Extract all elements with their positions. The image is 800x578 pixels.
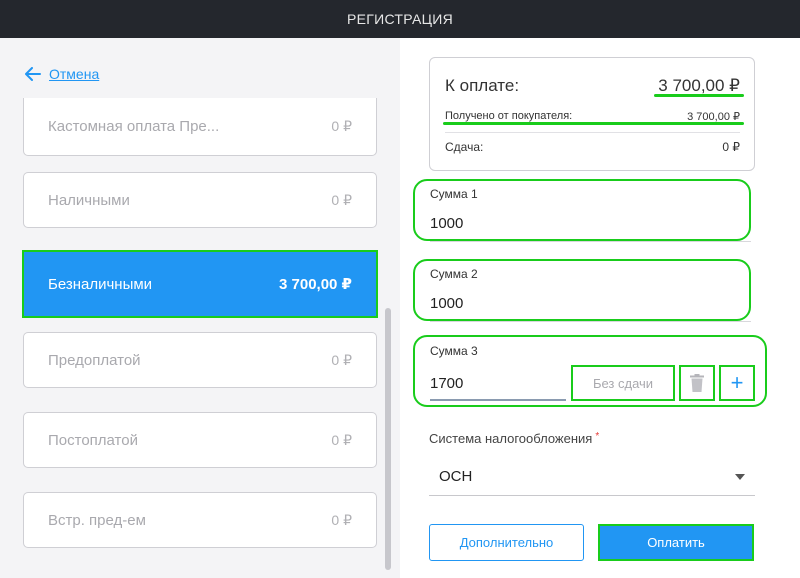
payment-list-scrollbar[interactable]: [385, 308, 391, 570]
payment-details-panel: К оплате: 3 700,00 ₽ Получено от покупат…: [400, 38, 800, 578]
payment-method-prepaid[interactable]: Предоплатой 0 ₽: [23, 332, 377, 388]
sum-1-label: Сумма 1: [430, 187, 478, 201]
delete-sum-button[interactable]: [679, 365, 715, 401]
to-pay-highlight: [654, 94, 744, 97]
change-label: Сдача:: [445, 140, 484, 154]
pay-button[interactable]: Оплатить: [598, 524, 754, 561]
sum-1-field[interactable]: Сумма 1 1000: [413, 179, 751, 242]
sum-3-field: Сумма 3 1700 Без сдачи +: [413, 335, 767, 407]
payment-method-amount: 0 ₽: [331, 118, 352, 134]
page-title: РЕГИСТРАЦИЯ: [346, 11, 454, 27]
add-sum-button[interactable]: +: [719, 365, 755, 401]
payment-method-label: Предоплатой: [48, 351, 141, 369]
payment-method-amount: 0 ₽: [331, 191, 352, 208]
payment-method-label: Постоплатой: [48, 431, 138, 449]
payment-method-amount: 0 ₽: [331, 431, 352, 448]
additional-button-label: Дополнительно: [459, 535, 554, 550]
to-pay-row: К оплате: 3 700,00 ₽: [445, 76, 740, 96]
arrow-left-icon: [25, 67, 41, 81]
tax-system-value: ОСН: [439, 468, 473, 485]
sum-3-label: Сумма 3: [430, 344, 478, 358]
payment-methods-panel: Отмена Кастомная оплата Пре... 0 ₽ Налич…: [0, 38, 400, 578]
payment-summary: К оплате: 3 700,00 ₽ Получено от покупат…: [429, 57, 755, 171]
pay-button-label: Оплатить: [647, 535, 705, 550]
cancel-link-label: Отмена: [49, 66, 100, 82]
payment-method-cash[interactable]: Наличными 0 ₽: [23, 172, 377, 228]
plus-icon: +: [730, 370, 744, 395]
page-header: РЕГИСТРАЦИЯ: [0, 0, 800, 38]
to-pay-label: К оплате:: [445, 76, 520, 95]
sum-2-label: Сумма 2: [430, 267, 478, 281]
payment-method-label: Безналичными: [48, 275, 153, 293]
chevron-down-icon: [735, 473, 745, 480]
sum-1-underline: [430, 241, 751, 242]
received-highlight: [443, 122, 744, 125]
payment-method-amount: 0 ₽: [331, 511, 352, 528]
trash-icon: [690, 374, 704, 392]
summary-divider: [445, 132, 740, 133]
sum-1-input[interactable]: 1000: [430, 215, 463, 232]
no-change-label: Без сдачи: [592, 375, 654, 391]
tax-system-label: Система налогообложения *: [429, 431, 599, 446]
payment-method-custom[interactable]: Кастомная оплата Пре... 0 ₽: [23, 98, 377, 156]
sum-2-underline: [430, 321, 751, 322]
sum-2-field[interactable]: Сумма 2 1000: [413, 259, 751, 322]
to-pay-value: 3 700,00 ₽: [658, 76, 740, 95]
payment-method-postpaid[interactable]: Постоплатой 0 ₽: [23, 412, 377, 468]
sum-2-input[interactable]: 1000: [430, 295, 463, 312]
tax-system-label-text: Система налогообложения: [429, 431, 593, 446]
payment-method-label: Кастомная оплата Пре...: [48, 118, 220, 135]
sum-3-input[interactable]: 1700: [430, 373, 566, 401]
payment-method-label: Встр. пред-ем: [48, 511, 146, 529]
cancel-link[interactable]: Отмена: [25, 66, 99, 82]
change-row: Сдача: 0 ₽: [445, 140, 740, 154]
no-change-button[interactable]: Без сдачи: [571, 365, 675, 401]
payment-method-amount: 0 ₽: [331, 351, 352, 368]
change-value: 0 ₽: [722, 140, 740, 154]
payment-method-label: Наличными: [48, 191, 130, 209]
tax-system-select[interactable]: ОСН: [429, 458, 755, 496]
payment-method-counter-provision[interactable]: Встр. пред-ем 0 ₽: [23, 492, 377, 548]
payment-method-amount: 3 700,00 ₽: [279, 276, 352, 293]
additional-button[interactable]: Дополнительно: [429, 524, 584, 561]
payment-method-cashless[interactable]: Безналичными 3 700,00 ₽: [22, 250, 378, 318]
required-mark: *: [595, 431, 600, 442]
